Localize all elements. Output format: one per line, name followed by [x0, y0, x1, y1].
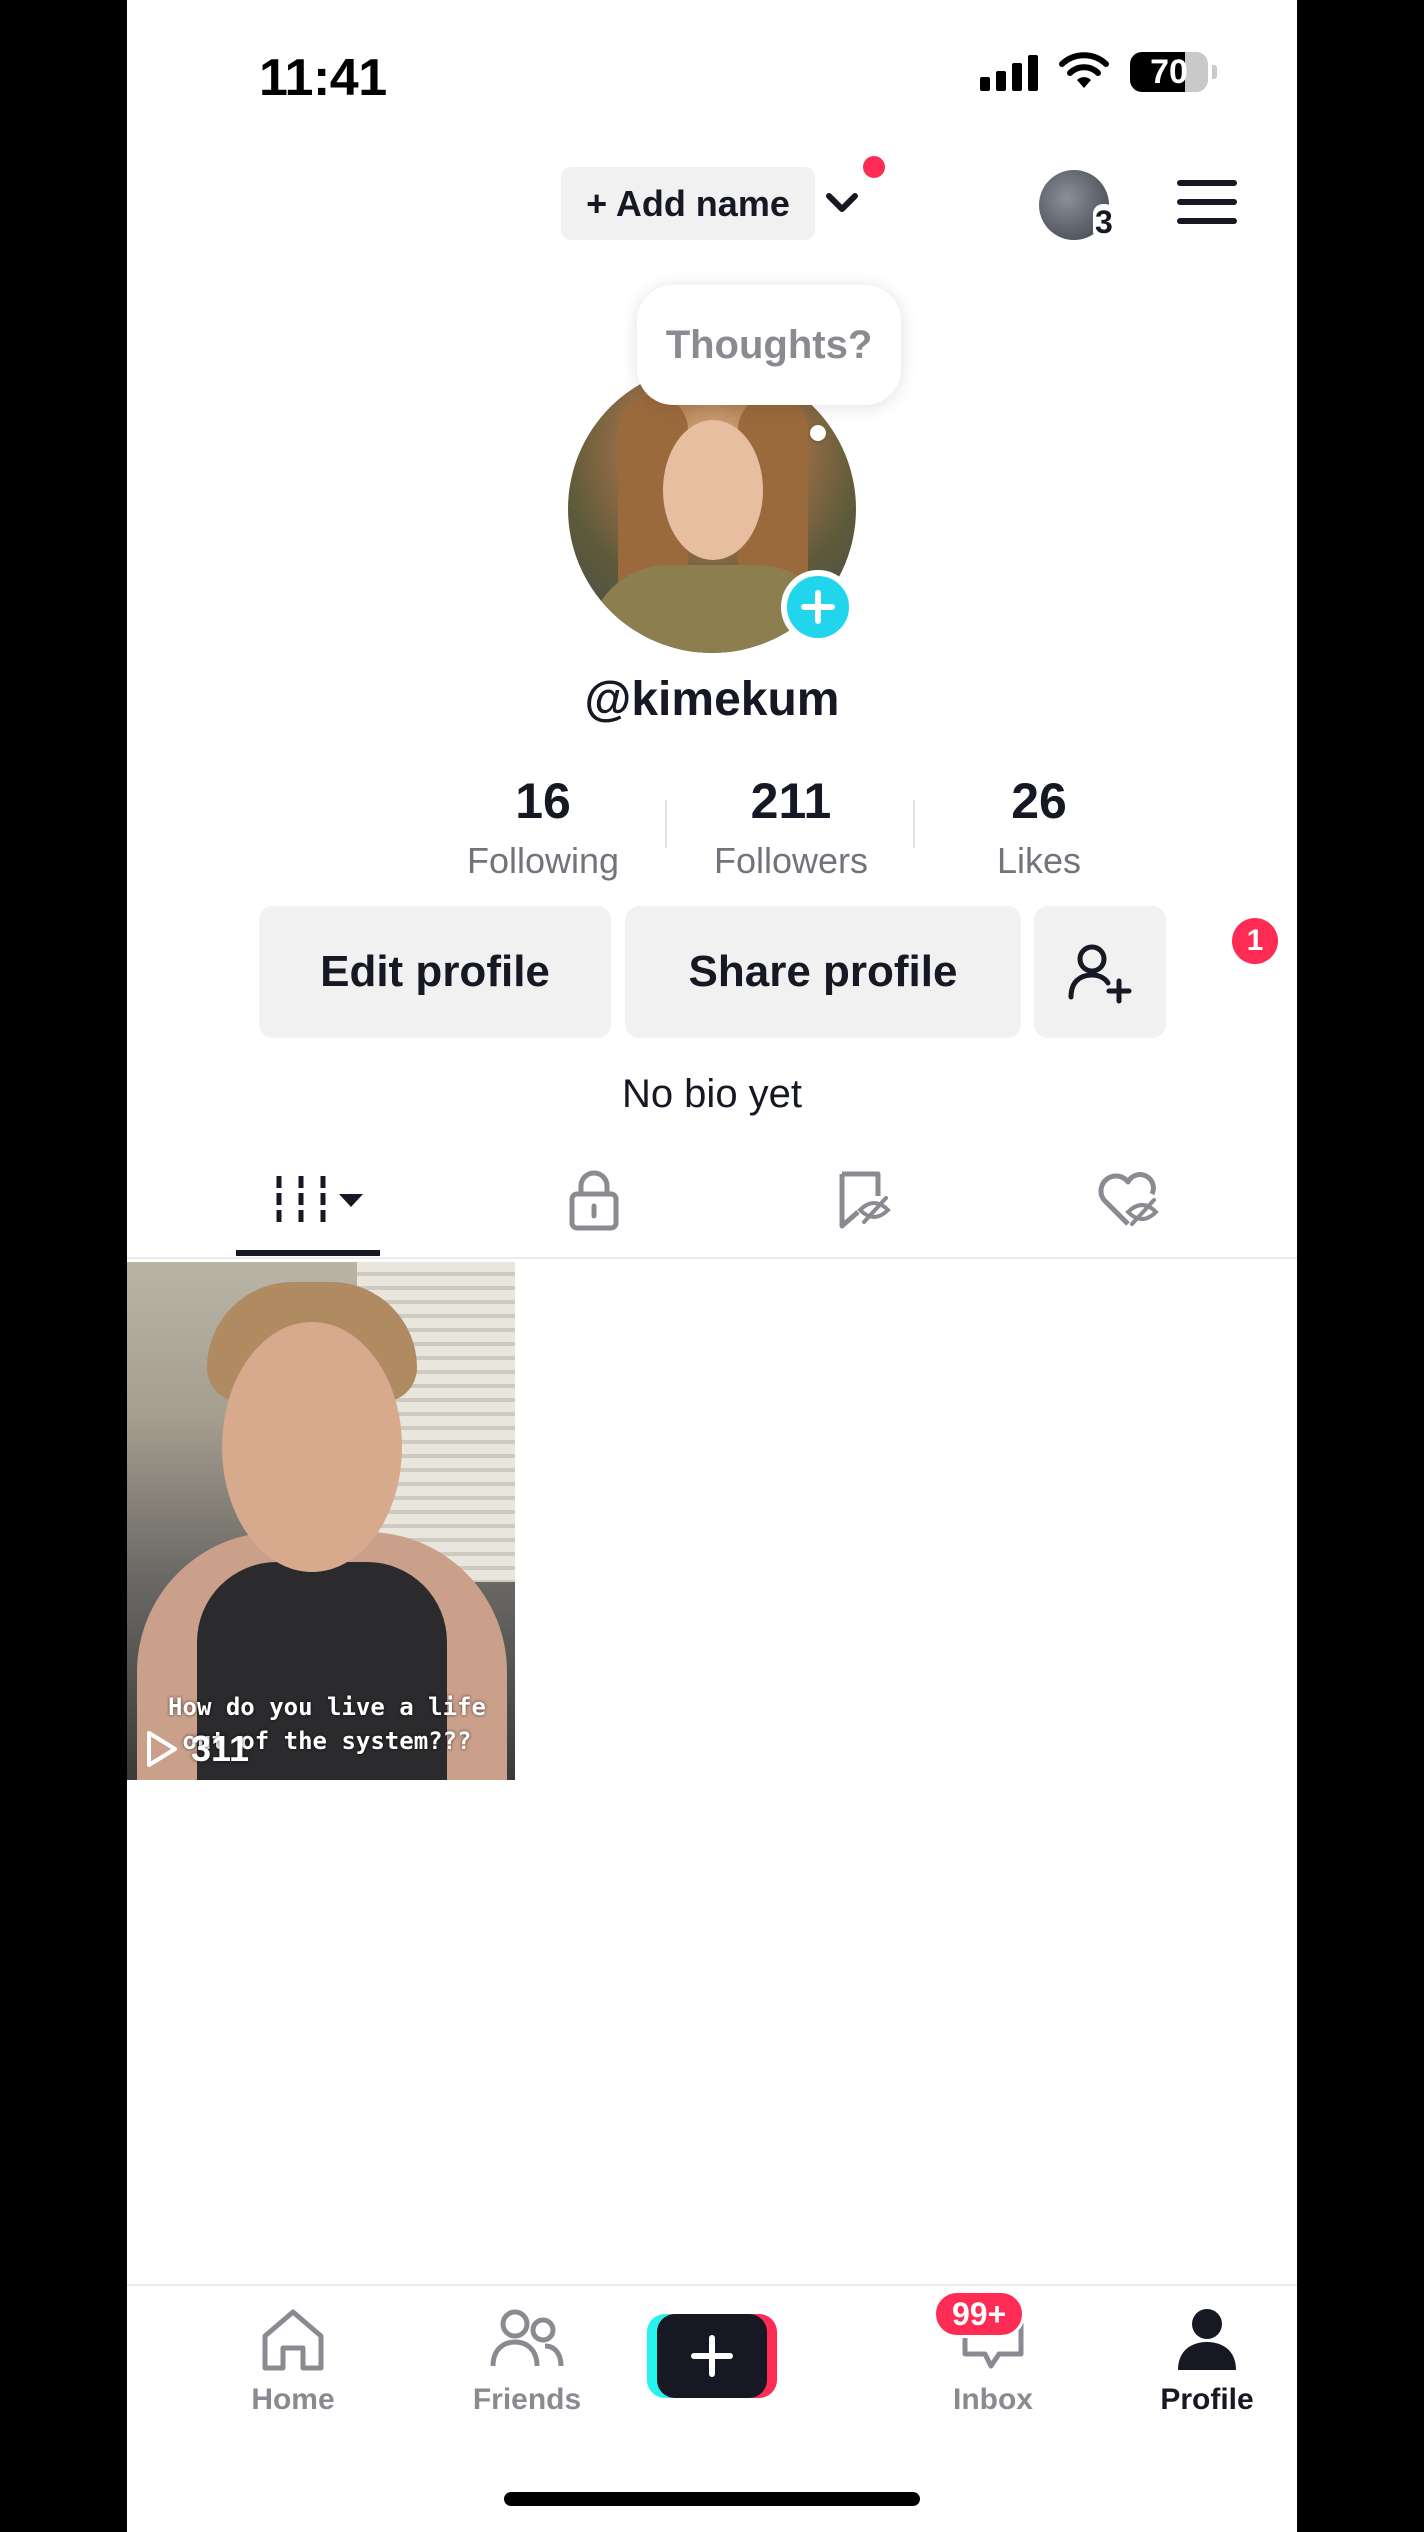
- nav-friends[interactable]: Friends: [447, 2304, 607, 2417]
- video-grid-icon: [276, 1176, 363, 1224]
- create-button[interactable]: [647, 2314, 777, 2398]
- tab-private[interactable]: [539, 1160, 649, 1240]
- play-icon: [147, 1731, 177, 1767]
- followers-label: Followers: [713, 840, 869, 881]
- tab-videos[interactable]: [267, 1160, 377, 1240]
- stat-divider: [665, 800, 667, 848]
- likes-label: Likes: [996, 840, 1082, 881]
- nav-home[interactable]: Home: [213, 2304, 373, 2417]
- add-friends-button[interactable]: [1034, 906, 1166, 1038]
- following-label: Following: [466, 840, 620, 881]
- thoughts-bubble[interactable]: Thoughts?: [637, 285, 901, 405]
- friend-request-badge: 1: [1232, 918, 1278, 964]
- home-icon: [262, 2309, 324, 2371]
- bookmark-hidden-icon: [839, 1171, 891, 1229]
- view-count: 311: [191, 1728, 250, 1769]
- tab-favorites[interactable]: [807, 1160, 917, 1240]
- menu-icon[interactable]: [1177, 180, 1237, 230]
- stat-following[interactable]: 16 Following: [419, 772, 667, 882]
- video-views: 311: [143, 1728, 249, 1770]
- nav-profile-label: Profile: [1160, 2383, 1254, 2416]
- tab-liked[interactable]: [1073, 1160, 1183, 1240]
- status-time: 11:41: [259, 49, 387, 107]
- lock-icon: [569, 1170, 619, 1231]
- share-profile-button[interactable]: Share profile: [625, 906, 1021, 1038]
- edit-profile-button[interactable]: Edit profile: [259, 906, 611, 1038]
- profile-icon: [1178, 2309, 1236, 2370]
- notification-dot: [863, 156, 885, 178]
- nav-profile[interactable]: Profile: [1127, 2304, 1287, 2417]
- stat-divider: [913, 800, 915, 848]
- inbox-badge: 99+: [933, 2290, 1026, 2338]
- likes-count: 26: [1011, 773, 1067, 829]
- stat-likes[interactable]: 26 Likes: [915, 772, 1163, 882]
- add-friend-icon: [1068, 944, 1132, 1004]
- plus-icon: [691, 2335, 733, 2377]
- add-photo-plus-icon[interactable]: [781, 570, 855, 644]
- cellular-signal-icon: [980, 53, 1038, 91]
- bio-text[interactable]: No bio yet: [127, 1072, 1297, 1117]
- content-tabs: [127, 1160, 1297, 1260]
- nav-inbox-label: Inbox: [953, 2383, 1033, 2416]
- wifi-icon: [1059, 52, 1109, 88]
- phone-screen: 11:41 70 + Add name 3 Thoughts? @kimekum: [127, 0, 1297, 2532]
- add-name-button[interactable]: + Add name: [561, 167, 815, 240]
- friends-icon: [490, 2309, 564, 2367]
- account-count: 3: [1093, 204, 1115, 241]
- bubble-tail: [810, 425, 826, 441]
- video-thumbnail[interactable]: How do you live a life out of the system…: [127, 1262, 515, 1780]
- tab-divider: [127, 1257, 1297, 1259]
- following-count: 16: [515, 773, 571, 829]
- nav-home-label: Home: [251, 2383, 335, 2416]
- battery-percent: 70: [1150, 52, 1188, 91]
- username: @kimekum: [584, 673, 840, 726]
- home-indicator: [504, 2492, 920, 2506]
- nav-friends-label: Friends: [472, 2383, 582, 2416]
- heart-hidden-icon: [1098, 1172, 1159, 1226]
- active-tab-indicator: [236, 1250, 380, 1256]
- followers-count: 211: [750, 773, 832, 829]
- chevron-down-icon[interactable]: [817, 178, 867, 228]
- profile-stats: 16 Following 211 Followers 26 Likes: [419, 772, 1163, 882]
- battery-tip: [1212, 65, 1217, 79]
- stat-followers[interactable]: 211 Followers: [667, 772, 915, 882]
- battery-icon: 70: [1130, 52, 1208, 92]
- status-icons: 70: [980, 52, 1217, 92]
